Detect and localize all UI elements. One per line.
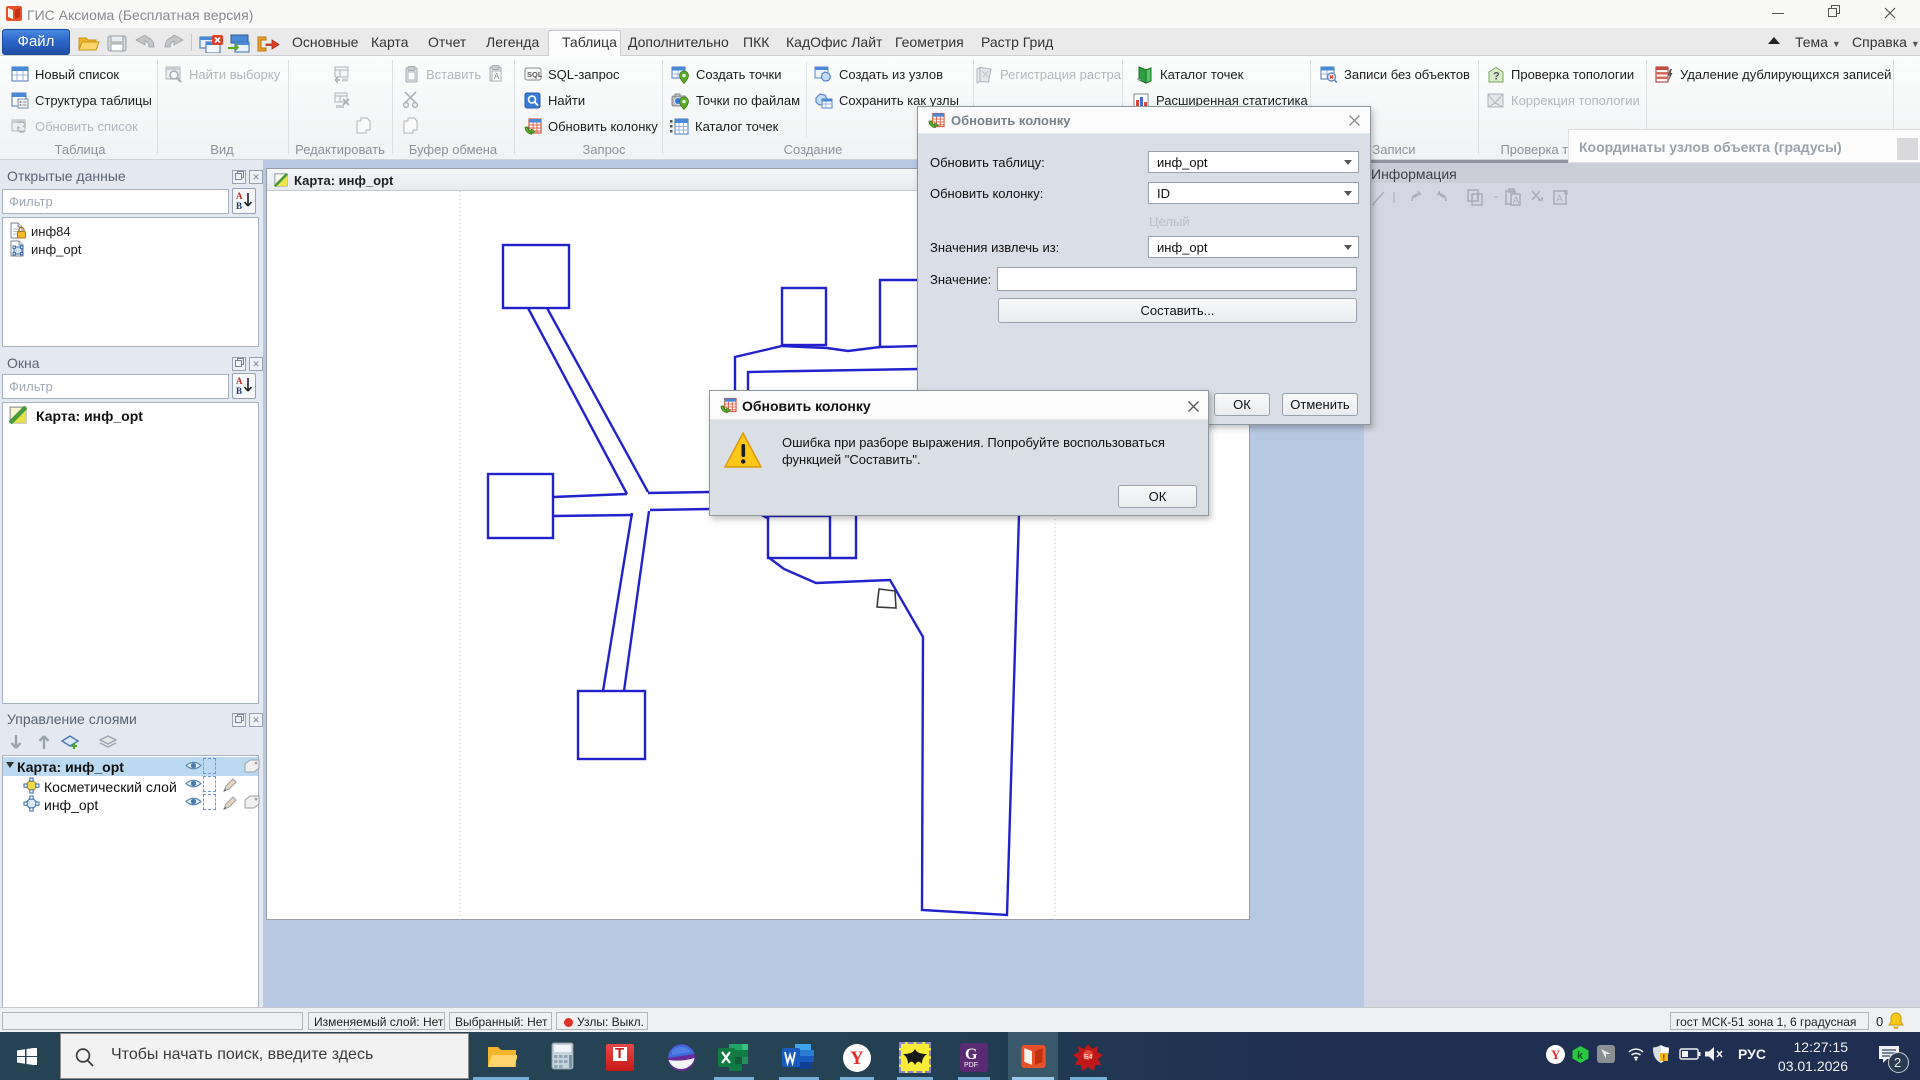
svg-text:A: A (1557, 194, 1563, 204)
svg-text:?: ? (1493, 70, 1500, 82)
svg-text:!: ! (1663, 1054, 1666, 1063)
svg-text:Б4: Б4 (1084, 1054, 1093, 1061)
svg-text:A: A (236, 376, 243, 386)
svg-text:B: B (236, 201, 242, 211)
svg-text:k: k (1577, 1050, 1584, 1062)
svg-text:A: A (236, 191, 243, 201)
svg-text:B: B (236, 386, 242, 396)
svg-text:SQL: SQL (527, 70, 542, 79)
svg-text:A: A (1513, 195, 1519, 205)
svg-text:A: A (494, 72, 500, 81)
